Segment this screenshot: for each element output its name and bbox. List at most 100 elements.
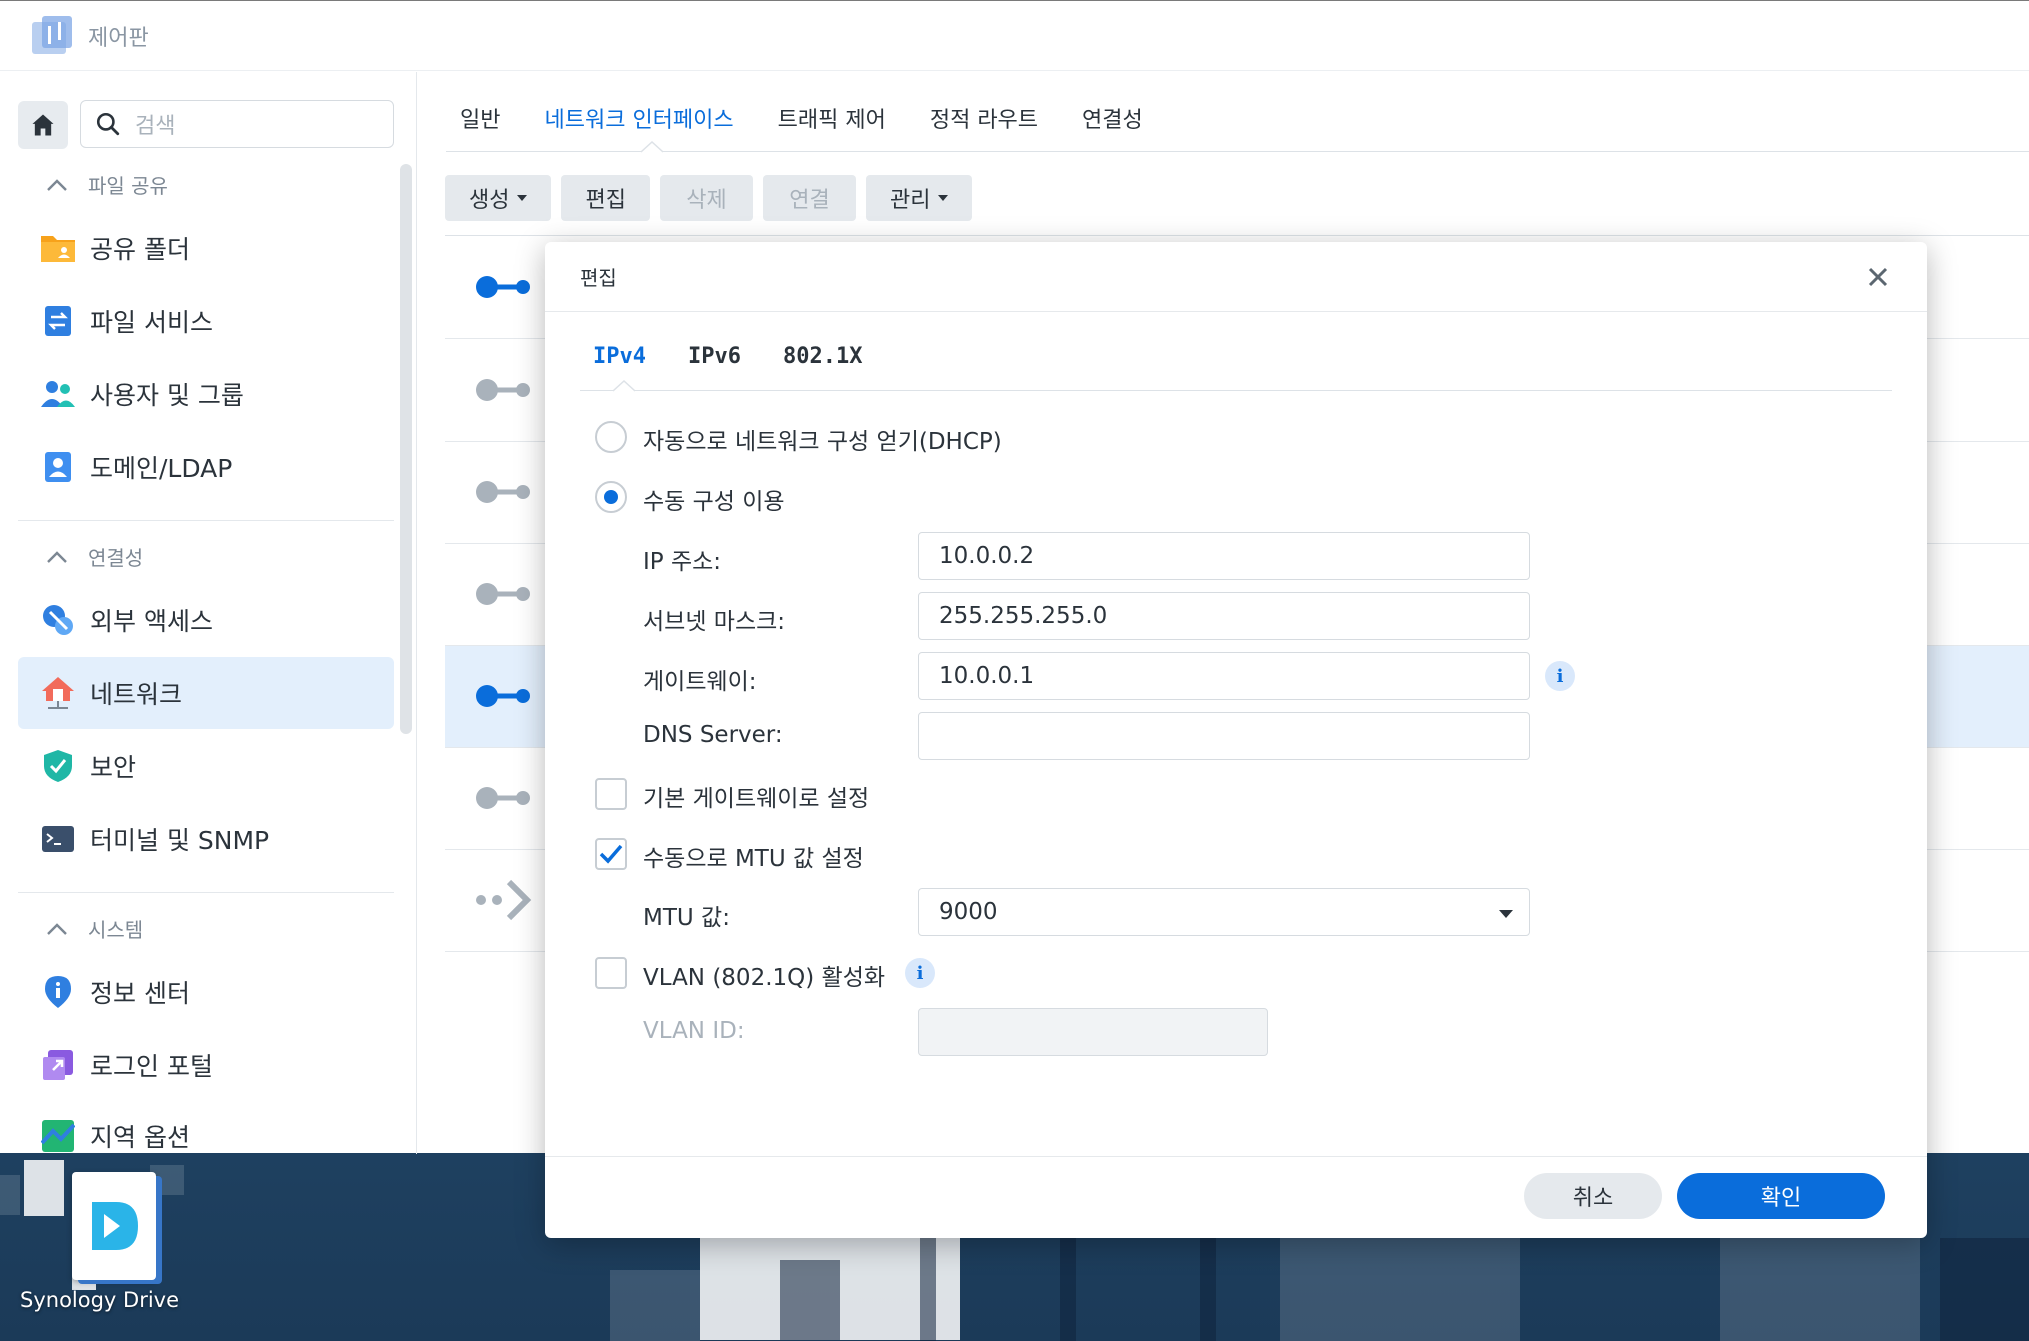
default-gateway-checkbox[interactable]: [595, 778, 627, 810]
security-shield-icon: [44, 750, 72, 782]
default-gateway-label: 기본 게이트웨이로 설정: [643, 786, 870, 812]
active-tab-indicator: [613, 380, 635, 392]
control-panel-icon: [28, 14, 72, 58]
info-center-icon: [45, 976, 71, 1008]
synology-drive-icon: [92, 1202, 138, 1250]
connect-button[interactable]: 연결: [762, 175, 856, 221]
sidebar-item-info-center[interactable]: 정보 센터: [18, 956, 394, 1028]
manual-config-radio[interactable]: [595, 481, 627, 513]
vlan-id-input[interactable]: [918, 1008, 1268, 1056]
sidebar-item-network[interactable]: 네트워크: [18, 657, 394, 729]
tabs-divider: [446, 151, 2029, 152]
home-button[interactable]: [18, 101, 68, 149]
checkmark-icon: [599, 844, 623, 864]
connected-icon: [476, 276, 530, 298]
file-services-icon: [45, 306, 71, 336]
chevron-up-icon: [47, 178, 67, 191]
sidebar-item-terminal-snmp[interactable]: 터미널 및 SNMP: [18, 803, 394, 875]
gateway-info-icon[interactable]: i: [1545, 661, 1575, 691]
tab-static-route[interactable]: 정적 라우트: [930, 102, 1038, 152]
sidebar-item-users-groups[interactable]: 사용자 및 그룹: [18, 358, 394, 430]
synology-drive-label: Synology Drive: [20, 1288, 180, 1312]
external-access-icon: [43, 605, 73, 635]
shared-folder-icon: [41, 236, 75, 262]
sidebar-item-login-portal[interactable]: 로그인 포털: [18, 1029, 394, 1101]
sidebar-item-file-services[interactable]: 파일 서비스: [18, 285, 394, 357]
tab-traffic-control[interactable]: 트래픽 제어: [778, 102, 886, 152]
sidebar: 검색 파일 공유 공유 폴더 파일 서비스 사용자 및 그룹 도메인/LDAP: [0, 72, 417, 1154]
disconnected-icon: [476, 583, 530, 605]
tab-network-interface[interactable]: 네트워크 인터페이스: [544, 102, 733, 152]
vlan-info-icon[interactable]: i: [905, 958, 935, 988]
home-icon: [32, 114, 54, 136]
caret-down-icon: [517, 195, 528, 201]
dns-server-label: DNS Server:: [643, 722, 783, 748]
manual-mtu-checkbox[interactable]: [595, 838, 627, 870]
chevron-up-icon: [47, 922, 67, 935]
section-file-sharing[interactable]: 파일 공유: [46, 170, 168, 199]
tab-8021x[interactable]: 802.1X: [783, 344, 862, 369]
sidebar-item-shared-folder[interactable]: 공유 폴더: [18, 212, 394, 284]
tab-ipv6[interactable]: IPv6: [688, 344, 741, 369]
search-icon: [96, 112, 120, 136]
dialog-title: 편집: [580, 266, 617, 290]
caret-down-icon: [938, 195, 949, 201]
sidebar-item-regional-options[interactable]: 지역 옵션: [18, 1102, 394, 1154]
dialog-tabs: IPv4 IPv6 802.1X: [593, 344, 904, 369]
create-button[interactable]: 생성: [445, 175, 552, 221]
window-title: 제어판: [88, 25, 149, 51]
section-system[interactable]: 시스템: [46, 914, 143, 943]
pppoe-icon: [476, 879, 532, 921]
mtu-value-select[interactable]: 9000: [918, 888, 1530, 936]
dhcp-radio[interactable]: [595, 421, 627, 453]
subnet-mask-input[interactable]: 255.255.255.0: [918, 592, 1530, 640]
sidebar-divider: [18, 892, 394, 893]
dialog-header: 편집: [545, 242, 1927, 312]
gateway-label: 게이트웨이:: [643, 669, 757, 695]
connected-icon: [476, 685, 530, 707]
ok-button[interactable]: 확인: [1677, 1173, 1885, 1219]
synology-drive-app-icon[interactable]: [72, 1172, 156, 1280]
cancel-button[interactable]: 취소: [1524, 1173, 1662, 1219]
sidebar-divider: [18, 520, 394, 521]
toolbar: 생성 편집 삭제 연결 관리: [445, 175, 982, 221]
main-tabs: 일반 네트워크 인터페이스 트래픽 제어 정적 라우트 연결성: [460, 102, 1187, 152]
disconnected-icon: [476, 787, 530, 809]
delete-button[interactable]: 삭제: [659, 175, 753, 221]
vlan-checkbox[interactable]: [595, 957, 627, 989]
search-input[interactable]: 검색: [80, 100, 394, 148]
dialog-footer: 취소 확인: [545, 1156, 1927, 1238]
subnet-mask-label: 서브넷 마스크:: [643, 609, 786, 635]
caret-down-icon: [1499, 910, 1513, 918]
ip-address-input[interactable]: 10.0.0.2: [918, 532, 1530, 580]
ip-address-label: IP 주소:: [643, 549, 722, 575]
disconnected-icon: [476, 379, 530, 401]
close-icon[interactable]: [1865, 264, 1891, 290]
list-top-divider: [445, 235, 2029, 236]
section-connectivity[interactable]: 연결성: [46, 542, 143, 571]
edit-button[interactable]: 편집: [561, 175, 650, 221]
regional-options-icon: [41, 1120, 75, 1152]
sidebar-item-external-access[interactable]: 외부 액세스: [18, 584, 394, 656]
tab-ipv4[interactable]: IPv4: [593, 344, 646, 369]
sidebar-scrollbar[interactable]: [400, 164, 412, 734]
gateway-input[interactable]: 10.0.0.1: [918, 652, 1530, 700]
active-tab-indicator: [641, 141, 663, 153]
tab-general[interactable]: 일반: [460, 102, 500, 152]
mtu-value-label: MTU 값:: [643, 905, 730, 931]
title-bar: 제어판: [0, 1, 2029, 71]
terminal-icon: [42, 826, 74, 852]
chevron-up-icon: [47, 550, 67, 563]
sidebar-item-domain-ldap[interactable]: 도메인/LDAP: [18, 431, 394, 503]
manage-button[interactable]: 관리: [865, 175, 973, 221]
disconnected-icon: [476, 481, 530, 503]
search-placeholder: 검색: [135, 114, 176, 139]
login-portal-icon: [43, 1050, 73, 1080]
network-icon: [42, 677, 74, 709]
tab-connectivity[interactable]: 연결성: [1082, 102, 1143, 152]
dialog-tabs-divider: [580, 390, 1892, 391]
sidebar-item-security[interactable]: 보안: [18, 730, 394, 802]
edit-dialog: 편집 IPv4 IPv6 802.1X 자동으로 네트워크 구성 얻기(DHCP…: [545, 242, 1927, 1238]
dns-server-input[interactable]: [918, 712, 1530, 760]
vlan-id-label: VLAN ID:: [643, 1018, 745, 1044]
